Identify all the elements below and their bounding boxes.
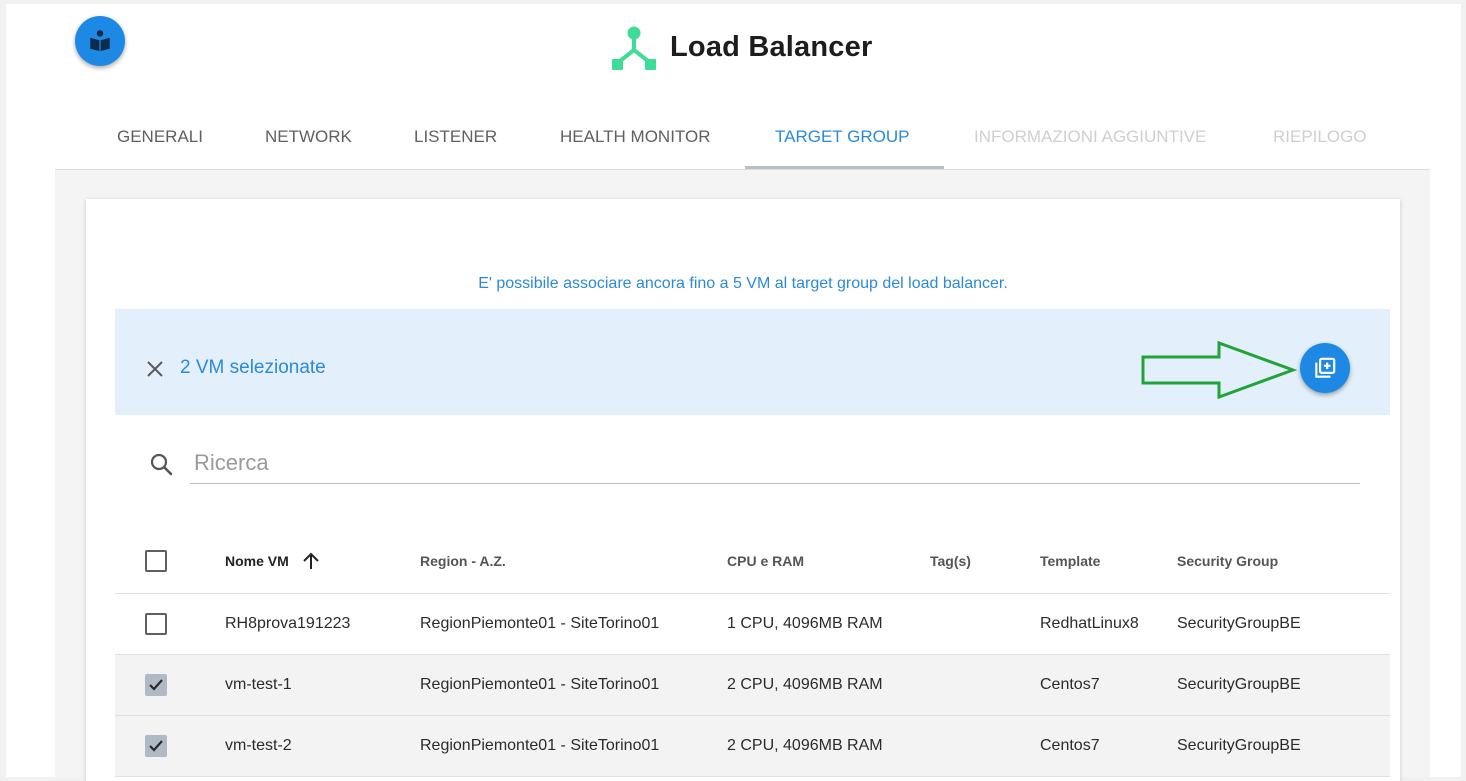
cell-vm-name: RH8prova191223 — [225, 615, 351, 632]
checkmark-icon — [149, 679, 163, 691]
table-row[interactable]: vm-test-1 RegionPiemonte01 - SiteTorino0… — [115, 655, 1390, 716]
load-balancer-logo-icon — [612, 26, 656, 70]
help-button[interactable] — [75, 16, 125, 66]
cell-region: RegionPiemonte01 - SiteTorino01 — [420, 615, 660, 632]
column-header-region[interactable]: Region - A.Z. — [420, 529, 506, 593]
row-checkbox-checked[interactable] — [145, 735, 167, 757]
column-header-cpu-ram[interactable]: CPU e RAM — [727, 529, 804, 593]
cell-security-group: SecurityGroupBE — [1177, 676, 1301, 693]
cell-cpu-ram: 1 CPU, 4096MB RAM — [727, 615, 883, 632]
target-group-card: E' possibile associare ancora fino a 5 V… — [86, 199, 1400, 781]
selection-toolbar: 2 VM selezionate — [115, 309, 1390, 415]
select-all-checkbox[interactable] — [145, 550, 167, 572]
cell-cpu-ram: 2 CPU, 4096MB RAM — [727, 737, 883, 754]
cell-region: RegionPiemonte01 - SiteTorino01 — [420, 737, 660, 754]
cell-cpu-ram: 2 CPU, 4096MB RAM — [727, 676, 883, 693]
select-all-cell — [145, 529, 167, 593]
green-arrow-icon — [1141, 341, 1297, 399]
cell-region: RegionPiemonte01 - SiteTorino01 — [420, 676, 660, 693]
cell-template: RedhatLinux8 — [1040, 615, 1139, 632]
search-input[interactable] — [190, 447, 1364, 479]
step-target-group[interactable]: TARGET GROUP — [775, 99, 909, 169]
step-network[interactable]: NETWORK — [265, 99, 352, 169]
clear-selection-button[interactable] — [143, 357, 167, 381]
step-health-monitor[interactable]: HEALTH MONITOR — [560, 99, 711, 169]
cell-vm-name: vm-test-1 — [225, 676, 292, 693]
step-informazioni-aggiuntive: INFORMAZIONI AGGIUNTIVE — [974, 127, 1207, 146]
row-checkbox[interactable] — [145, 613, 167, 635]
cell-template: Centos7 — [1040, 676, 1100, 693]
add-to-group-icon — [1315, 357, 1336, 378]
column-header-nome-vm[interactable]: Nome VM — [225, 529, 321, 593]
sort-ascending-icon[interactable] — [301, 551, 321, 571]
search-field — [150, 447, 1364, 484]
app-window: Load Balancer GENERALI NETWORK LISTENER … — [6, 4, 1461, 781]
cell-template: Centos7 — [1040, 737, 1100, 754]
column-header-template[interactable]: Template — [1040, 529, 1100, 593]
selected-count: 2 VM selezionate — [180, 357, 326, 378]
wizard-stepper: GENERALI NETWORK LISTENER HEALTH MONITOR… — [55, 99, 1430, 170]
vm-limit-info: E' possibile associare ancora fino a 5 V… — [478, 275, 1008, 292]
step-generali[interactable]: GENERALI — [117, 99, 203, 169]
table-row[interactable]: vm-test-2 RegionPiemonte01 - SiteTorino0… — [115, 716, 1390, 777]
cell-security-group: SecurityGroupBE — [1177, 615, 1301, 632]
page-header: Load Balancer — [610, 22, 872, 72]
step-listener[interactable]: LISTENER — [414, 99, 497, 169]
search-icon — [148, 451, 176, 479]
column-header-label: Nome VM — [225, 553, 289, 569]
close-icon — [147, 361, 163, 377]
active-step-indicator — [745, 166, 944, 169]
book-reader-icon — [90, 30, 110, 52]
step-riepilogo: RIEPILOGO — [1273, 127, 1367, 146]
table-header-row: Nome VM Region - A.Z. CPU e RAM Tag(s) T… — [115, 529, 1390, 594]
add-vms-to-target-group-button[interactable] — [1300, 343, 1350, 393]
row-select-cell — [145, 716, 167, 776]
cell-security-group: SecurityGroupBE — [1177, 737, 1301, 754]
page-title: Load Balancer — [670, 30, 873, 63]
table-row[interactable]: RH8prova191223 RegionPiemonte01 - SiteTo… — [115, 594, 1390, 655]
row-select-cell — [145, 594, 167, 654]
column-header-security-group[interactable]: Security Group — [1177, 529, 1278, 593]
vm-table: Nome VM Region - A.Z. CPU e RAM Tag(s) T… — [115, 529, 1390, 777]
row-checkbox-checked[interactable] — [145, 674, 167, 696]
cell-vm-name: vm-test-2 — [225, 737, 292, 754]
row-select-cell — [145, 655, 167, 715]
checkmark-icon — [149, 740, 163, 752]
column-header-tags[interactable]: Tag(s) — [930, 529, 971, 593]
